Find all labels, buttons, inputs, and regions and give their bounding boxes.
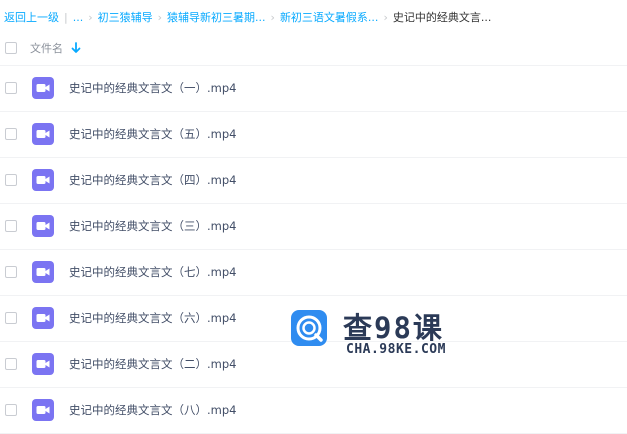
video-file-icon (32, 353, 54, 375)
watermark-title: 查98课 (343, 311, 444, 345)
watermark-url: CHA.98KE.COM (346, 342, 446, 357)
file-row[interactable]: 史记中的经典文言文（三）.mp4 (0, 204, 627, 250)
breadcrumb-item[interactable]: 猿辅导新初三暑期... (167, 9, 266, 25)
watermark-logo-icon (291, 310, 327, 346)
file-checkbox[interactable] (5, 220, 17, 232)
breadcrumb-separator: › (157, 10, 163, 24)
file-name[interactable]: 史记中的经典文言文（四）.mp4 (69, 172, 236, 188)
file-name[interactable]: 史记中的经典文言文（七）.mp4 (69, 264, 236, 280)
video-file-icon (32, 169, 54, 191)
breadcrumb-current: 史记中的经典文言... (392, 11, 492, 24)
file-name[interactable]: 史记中的经典文言文（六）.mp4 (69, 310, 236, 326)
file-checkbox[interactable] (5, 312, 17, 324)
file-row[interactable]: 史记中的经典文言文（四）.mp4 (0, 158, 627, 204)
watermark: 查98课 CHA.98KE.COM (291, 305, 461, 361)
breadcrumb-item[interactable]: 新初三语文暑假系... (280, 9, 379, 25)
video-file-icon (32, 123, 54, 145)
arrow-down-icon[interactable] (71, 41, 81, 55)
video-file-icon (32, 261, 54, 283)
breadcrumb-separator: › (88, 10, 93, 24)
breadcrumb: 返回上一级 | ... › 初三猿辅导 › 猿辅导新初三暑期... › 新初三语… (4, 9, 491, 25)
video-file-icon (32, 307, 54, 329)
file-list: 史记中的经典文言文（一）.mp4 史记中的经典文言文（五）.mp4 史记中的经典文言… (0, 66, 627, 434)
file-name[interactable]: 史记中的经典文言文（二）.mp4 (69, 356, 236, 372)
file-name[interactable]: 史记中的经典文言文（三）.mp4 (69, 218, 236, 234)
file-checkbox[interactable] (5, 128, 17, 140)
file-name[interactable]: 史记中的经典文言文（一）.mp4 (69, 80, 236, 96)
file-checkbox[interactable] (5, 266, 17, 278)
file-checkbox[interactable] (5, 404, 17, 416)
breadcrumb-item[interactable]: 初三猿辅导 (98, 9, 153, 25)
breadcrumb-separator: › (270, 10, 275, 24)
video-file-icon (32, 399, 54, 421)
breadcrumb-separator: › (383, 10, 388, 24)
video-file-icon (32, 215, 54, 237)
file-row[interactable]: 史记中的经典文言文（一）.mp4 (0, 66, 627, 112)
breadcrumb-separator: | (64, 10, 68, 24)
file-list-header: 文件名 (0, 33, 627, 66)
file-row[interactable]: 史记中的经典文言文（七）.mp4 (0, 250, 627, 296)
breadcrumb-ellipsis[interactable]: ... (73, 11, 84, 24)
select-all-checkbox[interactable] (5, 42, 17, 54)
file-name[interactable]: 史记中的经典文言文（五）.mp4 (69, 126, 236, 142)
back-link[interactable]: 返回上一级 (4, 9, 59, 25)
file-name[interactable]: 史记中的经典文言文（八）.mp4 (69, 402, 236, 418)
video-file-icon (32, 77, 54, 99)
file-checkbox[interactable] (5, 358, 17, 370)
file-row[interactable]: 史记中的经典文言文（八）.mp4 (0, 388, 627, 434)
file-row[interactable]: 史记中的经典文言文（五）.mp4 (0, 112, 627, 158)
filename-column-header[interactable]: 文件名 (30, 40, 63, 56)
file-checkbox[interactable] (5, 82, 17, 94)
file-checkbox[interactable] (5, 174, 17, 186)
